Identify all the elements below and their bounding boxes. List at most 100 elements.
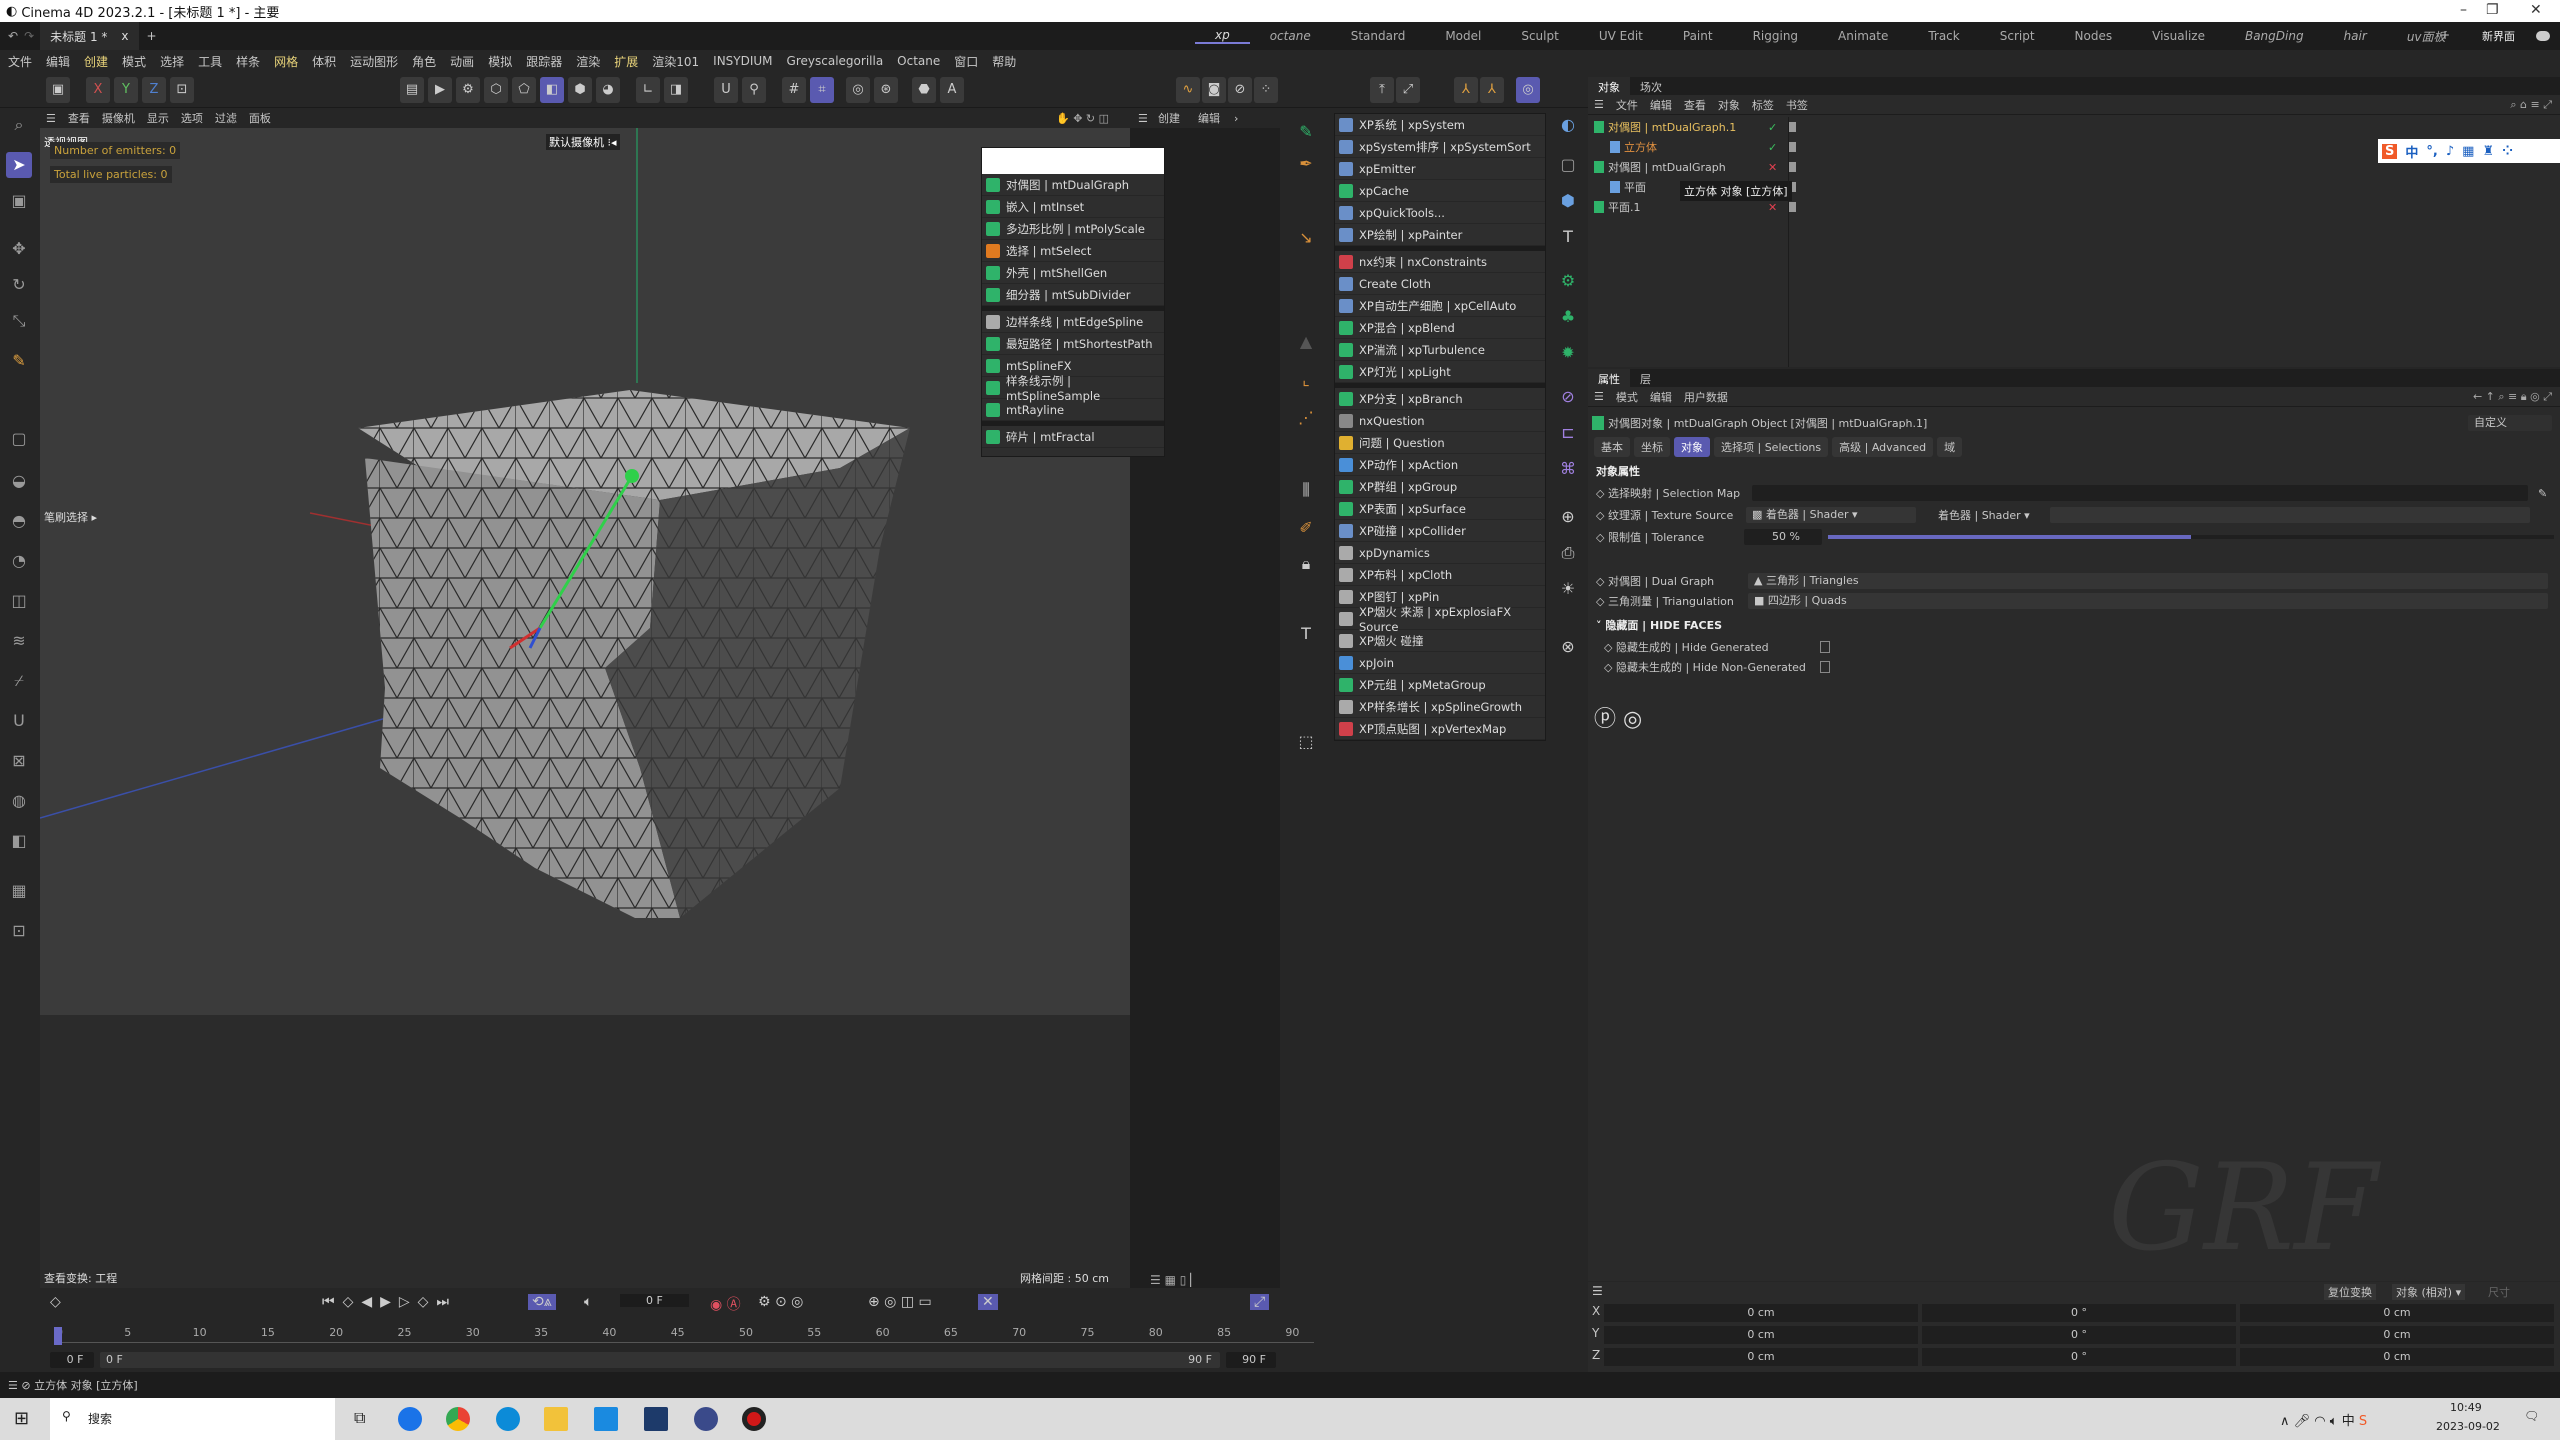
octane-button[interactable]: ⬣ [912, 77, 936, 103]
cinema4d-icon[interactable] [694, 1407, 718, 1431]
live-selection-tool[interactable]: ➤ [6, 152, 32, 178]
polygons-mode-button[interactable]: ◧ [540, 77, 564, 103]
cube-icon[interactable]: ⬢ [1555, 188, 1581, 214]
path-icon[interactable]: ⋰ [1294, 408, 1318, 432]
particles-button[interactable]: ⁘ [1254, 77, 1278, 103]
snap-magnet-button[interactable]: Ս [714, 77, 738, 103]
menu-item[interactable]: 模拟 [488, 53, 512, 70]
shader-label[interactable]: 着色器 | Shader ▾ [1938, 507, 2030, 523]
om-menu-tags[interactable]: 标签 [1752, 97, 1774, 113]
knife-tool[interactable]: ⌿ [6, 668, 32, 694]
tolerance-input[interactable]: 50 % [1744, 529, 1822, 545]
menu-item[interactable]: INSYDIUM [713, 54, 772, 68]
microphone-icon[interactable]: ♪ [2446, 144, 2454, 159]
graph-editor-button[interactable]: ⤢ [1250, 1294, 1270, 1310]
viewport-menu-display[interactable]: 显示 [147, 110, 169, 126]
mail-icon[interactable] [594, 1407, 618, 1431]
sliders-icon[interactable]: ⫼ [1294, 480, 1318, 504]
motion-path-button[interactable]: ✕ [978, 1294, 998, 1310]
texture-mode-button[interactable]: ◕ [596, 77, 620, 103]
layout-tab[interactable]: uv面板 [2387, 28, 2466, 45]
help-icons[interactable]: ⓟ ◎ [1594, 701, 1642, 733]
menu-item[interactable]: 角色 [412, 53, 436, 70]
hide-non-generated-checkbox[interactable] [1820, 661, 1830, 673]
am-menu-edit[interactable]: 编辑 [1650, 389, 1672, 405]
layout-view-icons[interactable]: ☰ ▦ ▯ ▏ [1150, 1273, 1199, 1287]
timeline-ruler[interactable] [54, 1342, 1314, 1343]
skin-icon[interactable]: ♜ [2482, 144, 2494, 159]
spline-pen-button[interactable]: ∿ [1176, 77, 1200, 103]
ime-mode[interactable]: 中 [2405, 142, 2418, 161]
menu-item[interactable]: xpCache [1335, 180, 1545, 202]
model-mode-button[interactable]: ⬢ [568, 77, 592, 103]
layer-tool[interactable]: ◫ [6, 588, 32, 614]
coord-pos-field[interactable]: 0 cm [1604, 1304, 1918, 1322]
hide-faces-group[interactable]: ˅ 隐藏面 | HIDE FACES [1596, 617, 1722, 633]
layout-tab[interactable]: octane [1250, 29, 1331, 43]
menu-item[interactable]: 渲染101 [652, 53, 699, 70]
camera-object-icon[interactable]: ⎙ [1555, 540, 1581, 566]
coordinate-mode-dropdown[interactable]: 对象 (相对) ▾ [2392, 1284, 2466, 1300]
tab-attributes[interactable]: 属性 [1588, 369, 1630, 387]
menu-item[interactable]: XP系统 | xpSystem [1335, 114, 1545, 136]
viewport-menu-options[interactable]: 选项 [181, 110, 203, 126]
om-menu-edit[interactable]: 编辑 [1650, 97, 1672, 113]
viewport-menu-icon[interactable]: ☰ [46, 112, 56, 125]
dual-graph-dropdown[interactable]: ▲ 三角形 | Triangles [1748, 573, 2548, 589]
menu-item[interactable]: 对偶图 | mtDualGraph [982, 174, 1164, 196]
close-tab-icon[interactable]: x [121, 29, 128, 43]
undo-icon[interactable]: ↶ [8, 29, 18, 43]
menu-item[interactable]: 嵌入 | mtInset [982, 196, 1164, 218]
coord-scale-field[interactable]: 0 cm [2240, 1304, 2554, 1322]
menu-item[interactable]: XP绘制 | xpPainter [1335, 224, 1545, 246]
menu-item[interactable]: XP烟火 来源 | xpExplosiaFX Source [1335, 605, 1545, 634]
menu-item[interactable]: XP表面 | xpSurface [1335, 498, 1545, 520]
spline-tool-icon[interactable]: ✎ [1294, 122, 1318, 146]
render-button[interactable]: ◎ [846, 77, 870, 103]
layout-tab[interactable]: xp [1195, 28, 1250, 44]
grid-apps-icon[interactable]: ⁘ [2502, 144, 2513, 159]
menu-item[interactable]: 最短路径 | mtShortestPath [982, 333, 1164, 355]
menu-item[interactable]: XP动作 | xpAction [1335, 454, 1545, 476]
compass-icon[interactable]: ⊗ [1555, 634, 1581, 660]
coord-scale-field[interactable]: 0 cm [2240, 1326, 2554, 1344]
tab-objects[interactable]: 对象 [1588, 77, 1630, 95]
layout-tab[interactable]: Rigging [1733, 29, 1818, 43]
menu-item[interactable]: XP碰撞 | xpCollider [1335, 520, 1545, 542]
coord-pos-field[interactable]: 0 cm [1604, 1348, 1918, 1366]
triangulation-dropdown[interactable]: ■ 四边形 | Quads [1748, 593, 2548, 609]
attribute-subtab[interactable]: 坐标 [1634, 437, 1670, 457]
menu-item[interactable]: xpDynamics [1335, 542, 1545, 564]
selection-map-field[interactable] [1752, 485, 2528, 501]
workplane-tool[interactable]: ⊡ [6, 918, 32, 944]
lock-icon[interactable]: 🔒︎ [1294, 554, 1318, 578]
object-status-icon[interactable]: ✕ [1768, 161, 1777, 174]
key-filter-buttons[interactable]: ⊕ ◎ ◫ ▭ [868, 1294, 932, 1310]
rotate-tool[interactable]: ↻ [6, 272, 32, 298]
menu-item[interactable]: 问题 | Question [1335, 432, 1545, 454]
hide-generated-checkbox[interactable] [1820, 641, 1830, 653]
menu-item[interactable]: 碎片 | mtFractal [982, 426, 1164, 448]
object-mode-tool[interactable]: ▢ [6, 426, 32, 452]
arnold-button[interactable]: A [940, 77, 964, 103]
palette-menu-icon[interactable]: ☰ [1138, 112, 1148, 125]
layout-tab[interactable]: Paint [1663, 29, 1733, 43]
menu-item[interactable]: XP分支 | xpBranch [1335, 388, 1545, 410]
layout-tab[interactable]: Standard [1331, 29, 1426, 43]
layout-tab[interactable]: BangDing [2225, 29, 2324, 43]
menu-item[interactable]: xpSystem排序 | xpSystemSort [1335, 136, 1545, 158]
menu-item[interactable]: 体积 [312, 53, 336, 70]
cone-icon[interactable]: ▲ [1294, 332, 1318, 356]
scale-tool[interactable]: ⤡ [6, 308, 32, 334]
render-view-button[interactable]: ▶ [428, 77, 452, 103]
attribute-subtab[interactable]: 域 [1937, 437, 1963, 457]
menu-item[interactable]: 跟踪器 [526, 53, 562, 70]
pen-tool-icon[interactable]: ✒ [1294, 154, 1318, 178]
add-tab-button[interactable]: + [147, 29, 157, 43]
document-tab[interactable]: 未标题 1 * x [40, 22, 139, 50]
box-selection-tool[interactable]: ▣ [6, 188, 32, 214]
gear-icon[interactable]: ⚙ [1555, 268, 1581, 294]
viewport-menu-camera[interactable]: 摄像机 [102, 110, 135, 126]
layout-tab[interactable]: Sculpt [1501, 29, 1578, 43]
am-nav-icons[interactable]: ← ↑ ⌕ ≡ 🔒︎ ◎ ⤢ [2473, 390, 2552, 404]
